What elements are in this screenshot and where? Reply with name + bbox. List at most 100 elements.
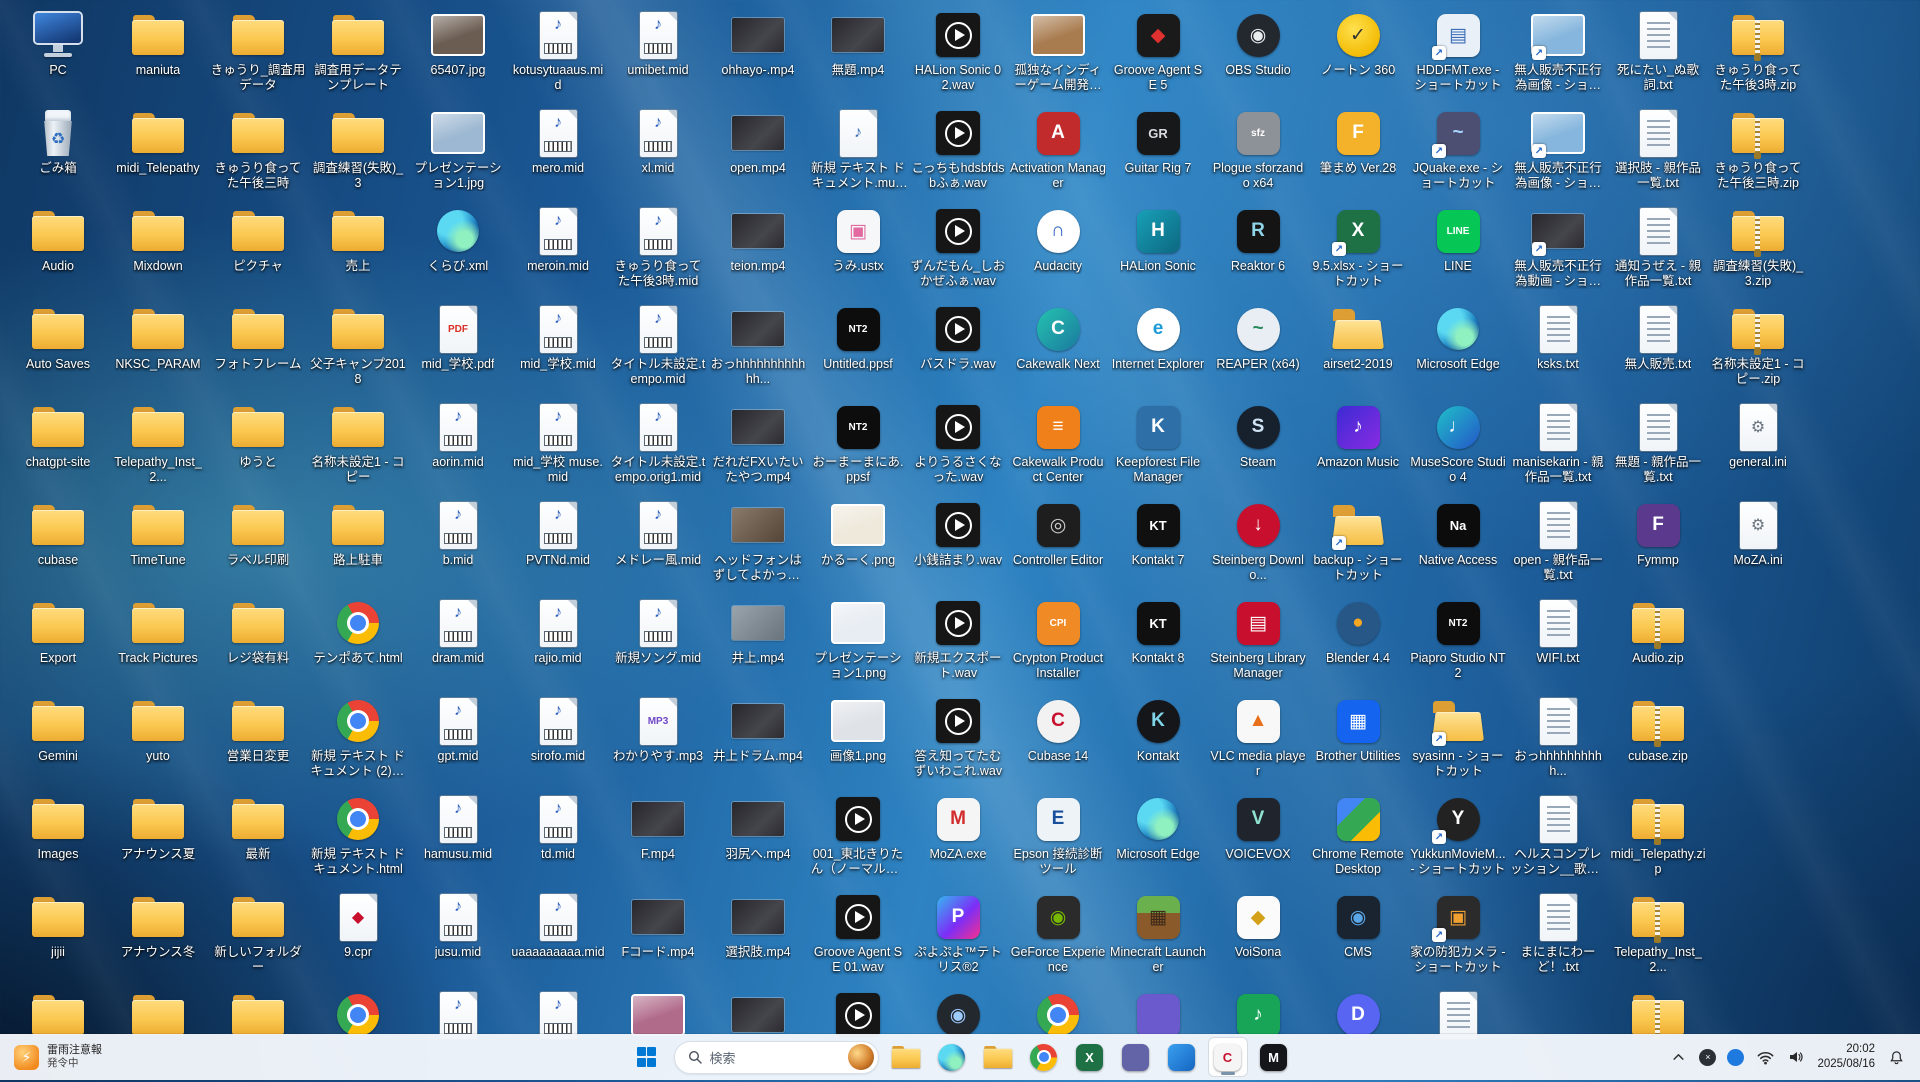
- desktop-icon[interactable]: ♪umibet.mid: [610, 6, 706, 102]
- desktop-icon[interactable]: プレゼンテーション1.jpg: [410, 104, 506, 200]
- desktop-icon[interactable]: ⚙general.ini: [1710, 398, 1806, 494]
- desktop-icon[interactable]: アナウンス夏: [110, 790, 206, 886]
- desktop-icon[interactable]: Gemini: [10, 692, 106, 788]
- desktop-icon[interactable]: midi_Telepathy: [110, 104, 206, 200]
- desktop-icon[interactable]: ♩MuseScore Studio 4: [1410, 398, 1506, 494]
- desktop-icon[interactable]: きゅうり食ってた午後3時.zip: [1710, 6, 1806, 102]
- desktop-icon[interactable]: Export: [10, 594, 106, 690]
- desktop-icon[interactable]: 名称未設定1 - コピー.zip: [1710, 300, 1806, 396]
- desktop-icon[interactable]: きゅうり食ってた午後三時: [210, 104, 306, 200]
- desktop-icon[interactable]: Microsoft Edge: [1410, 300, 1506, 396]
- desktop-icon[interactable]: Audio.zip: [1610, 594, 1706, 690]
- desktop-icon[interactable]: テンポあて.html: [310, 594, 406, 690]
- desktop-icon[interactable]: ▤↗HDDFMT.exe - ショートカット: [1410, 6, 1506, 102]
- taskbar-weather-widget[interactable]: ⚡ 雷雨注意報 発令中: [0, 1034, 116, 1080]
- desktop-icon[interactable]: かるーく.png: [810, 496, 906, 592]
- desktop-icon[interactable]: NT2Untitled.ppsf: [810, 300, 906, 396]
- desktop-icon[interactable]: KTKontakt 7: [1110, 496, 1206, 592]
- desktop-icon[interactable]: ヘルスコンプレッション__歌詞.txt: [1510, 790, 1606, 886]
- desktop-icon[interactable]: PDFmid_学校.pdf: [410, 300, 506, 396]
- desktop-icon[interactable]: ◆9.cpr: [310, 888, 406, 984]
- desktop-icon[interactable]: CCubase 14: [1010, 692, 1106, 788]
- desktop-icon[interactable]: ♪mero.mid: [510, 104, 606, 200]
- desktop-icon[interactable]: ●Blender 4.4: [1310, 594, 1406, 690]
- desktop-icon[interactable]: NaNative Access: [1410, 496, 1506, 592]
- desktop-icon[interactable]: Chrome Remote Desktop: [1310, 790, 1406, 886]
- desktop-icon[interactable]: Images: [10, 790, 106, 886]
- desktop-icon[interactable]: ♪メドレー風.mid: [610, 496, 706, 592]
- desktop-icon[interactable]: フォトフレーム: [210, 300, 306, 396]
- start-button[interactable]: [627, 1037, 667, 1077]
- desktop-icon[interactable]: ♪td.mid: [510, 790, 606, 886]
- desktop-icon[interactable]: X↗9.5.xlsx - ショートカット: [1310, 202, 1406, 298]
- desktop-icon[interactable]: ♪b.mid: [410, 496, 506, 592]
- taskbar-app-file-explorer[interactable]: [886, 1037, 926, 1077]
- desktop-icon[interactable]: ♪PVTNd.mid: [510, 496, 606, 592]
- desktop-icon[interactable]: 営業日変更: [210, 692, 306, 788]
- desktop-icon[interactable]: EEpson 接続診断ツール: [1010, 790, 1106, 886]
- desktop-icon[interactable]: TimeTune: [110, 496, 206, 592]
- taskbar-app-blue-app[interactable]: [1162, 1037, 1202, 1077]
- taskbar-app-folder[interactable]: [978, 1037, 1018, 1077]
- desktop-icon[interactable]: ♪dram.mid: [410, 594, 506, 690]
- desktop-icon[interactable]: Track Pictures: [110, 594, 206, 690]
- taskbar-search[interactable]: 検索: [674, 1041, 879, 1074]
- desktop-icon[interactable]: 父子キャンプ2018: [310, 300, 406, 396]
- desktop-icon[interactable]: 最新: [210, 790, 306, 886]
- desktop-icon[interactable]: ↗無人販売不正行為画像 - ショートカット: [1510, 104, 1606, 200]
- desktop-icon[interactable]: ♪jusu.mid: [410, 888, 506, 984]
- desktop-icon[interactable]: 路上駐車: [310, 496, 406, 592]
- desktop-icon[interactable]: プレゼンテーション1.png: [810, 594, 906, 690]
- desktop-icon[interactable]: だれだFXいたいたやつ.mp4: [710, 398, 806, 494]
- desktop-icon[interactable]: 調査練習(失敗)_3.zip: [1710, 202, 1806, 298]
- desktop-icon[interactable]: FFymmp: [1610, 496, 1706, 592]
- desktop-icon[interactable]: ◉OBS Studio: [1210, 6, 1306, 102]
- desktop-icon[interactable]: 新規エクスポート.wav: [910, 594, 1006, 690]
- desktop-icon[interactable]: Auto Saves: [10, 300, 106, 396]
- desktop-icon[interactable]: 新しいフォルダー: [210, 888, 306, 984]
- desktop-icon[interactable]: ▦Brother Utilities: [1310, 692, 1406, 788]
- desktop-icon[interactable]: ♪タイトル未設定.tempo.mid: [610, 300, 706, 396]
- desktop-icon[interactable]: 調査用データテンプレート: [310, 6, 406, 102]
- desktop-icon[interactable]: 羽尻へ.mp4: [710, 790, 806, 886]
- desktop-icon[interactable]: yuto: [110, 692, 206, 788]
- taskbar-app-microsoft-edge[interactable]: [932, 1037, 972, 1077]
- desktop-icon[interactable]: KKeepforest File Manager: [1110, 398, 1206, 494]
- desktop-icon[interactable]: ▣うみ.ustx: [810, 202, 906, 298]
- desktop-icon[interactable]: ▦Minecraft Launcher: [1110, 888, 1206, 984]
- desktop-icon[interactable]: Mixdown: [110, 202, 206, 298]
- desktop-icon[interactable]: ✓ノートン 360: [1310, 6, 1406, 102]
- desktop-icon[interactable]: KKontakt: [1110, 692, 1206, 788]
- desktop-icon[interactable]: ♪xl.mid: [610, 104, 706, 200]
- desktop-icon[interactable]: よりうるさくなった.wav: [910, 398, 1006, 494]
- desktop-icon[interactable]: 死にたい_ぬ歌詞.txt: [1610, 6, 1706, 102]
- desktop-icon[interactable]: Microsoft Edge: [1110, 790, 1206, 886]
- desktop-icon[interactable]: NT2おーまーまにあ.ppsf: [810, 398, 906, 494]
- desktop-icon[interactable]: レジ袋有料: [210, 594, 306, 690]
- desktop-icon[interactable]: ksks.txt: [1510, 300, 1606, 396]
- desktop-icon[interactable]: きゅうり食ってた午後三時.zip: [1710, 104, 1806, 200]
- desktop-icon[interactable]: 井上ドラム.mp4: [710, 692, 806, 788]
- desktop-icon[interactable]: ◉CMS: [1310, 888, 1406, 984]
- desktop-icon[interactable]: ↗無人販売不正行為画像 - ショートカッ...: [1510, 6, 1606, 102]
- desktop-icon[interactable]: HALion Sonic 02.wav: [910, 6, 1006, 102]
- desktop-icon[interactable]: F筆まめ Ver.28: [1310, 104, 1406, 200]
- desktop-icon[interactable]: こっちもhdsbfdsbふぁ.wav: [910, 104, 1006, 200]
- desktop-icon[interactable]: open - 親作品一覧.txt: [1510, 496, 1606, 592]
- desktop-icon[interactable]: 新規 テキスト ドキュメント.html: [310, 790, 406, 886]
- desktop-icon[interactable]: chatgpt-site: [10, 398, 106, 494]
- desktop-icon[interactable]: 65407.jpg: [410, 6, 506, 102]
- desktop-icon[interactable]: 名称未設定1 - コピー: [310, 398, 406, 494]
- volume-icon[interactable]: [1786, 1047, 1806, 1067]
- desktop-icon[interactable]: ~↗JQuake.exe - ショートカット: [1410, 104, 1506, 200]
- desktop-icon[interactable]: ♪新規ソング.mid: [610, 594, 706, 690]
- desktop-icon[interactable]: Telepathy_Inst_2...: [1610, 888, 1706, 984]
- desktop-icon[interactable]: CPICrypton Product Installer: [1010, 594, 1106, 690]
- desktop-icon[interactable]: きゅうり_調査用データ: [210, 6, 306, 102]
- desktop-icon[interactable]: SSteam: [1210, 398, 1306, 494]
- desktop-icon[interactable]: ◆Groove Agent SE 5: [1110, 6, 1206, 102]
- desktop-icon[interactable]: おっhhhhhhhhhhhh...: [710, 300, 806, 396]
- desktop-icon[interactable]: 001_東北きりたん（ノーマル）_今じゃ...: [810, 790, 906, 886]
- desktop[interactable]: PCmaniutaきゅうり_調査用データ調査用データテンプレート65407.jp…: [0, 0, 1920, 1080]
- desktop-icon[interactable]: 答え知ってたむずいわこれ.wav: [910, 692, 1006, 788]
